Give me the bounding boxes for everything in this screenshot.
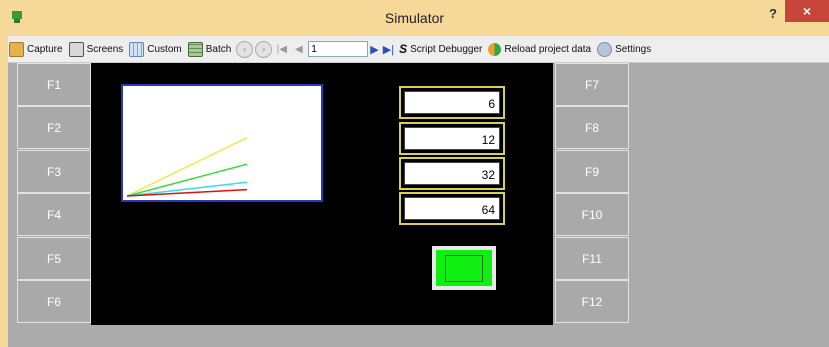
f4-button[interactable]: F4 <box>17 193 91 236</box>
numeric-display-4[interactable]: 64 <box>399 192 505 225</box>
reload-button[interactable]: Reload project data <box>487 42 592 56</box>
f12-button[interactable]: F12 <box>555 280 629 323</box>
screens-label: Screens <box>86 43 124 55</box>
grid-icon <box>129 41 145 57</box>
numeric-display-3[interactable]: 32 <box>399 157 505 190</box>
numeric-display-2[interactable]: 12 <box>399 122 505 155</box>
reload-icon <box>488 42 502 56</box>
gear-icon <box>597 41 613 57</box>
numeric-display-1[interactable]: 6 <box>399 86 505 119</box>
camera-icon <box>9 41 24 57</box>
reload-label: Reload project data <box>504 43 592 55</box>
f7-button[interactable]: F7 <box>555 63 629 106</box>
f6-button[interactable]: F6 <box>17 280 91 323</box>
status-lamp-core <box>445 255 483 282</box>
batch-button[interactable]: Batch <box>187 41 233 57</box>
settings-button[interactable]: Settings <box>596 41 652 57</box>
f8-button[interactable]: F8 <box>555 106 629 149</box>
numeric-display-1-value: 6 <box>404 91 500 114</box>
script-debugger-button[interactable]: S Script Debugger <box>398 42 483 56</box>
toolbar: Capture Screens Custom Batch ‹ › |◀ ◀ ▶ … <box>8 36 829 63</box>
f11-button[interactable]: F11 <box>555 237 629 280</box>
page-number-input[interactable] <box>308 41 369 57</box>
help-button[interactable]: ? <box>763 4 783 24</box>
close-button[interactable]: × <box>785 0 829 22</box>
back-icon[interactable]: ‹ <box>236 40 254 58</box>
trend-line-3 <box>126 181 248 197</box>
title-bar: Simulator ? × <box>0 0 829 36</box>
f1-button[interactable]: F1 <box>17 63 91 106</box>
screens-icon <box>68 41 84 57</box>
trend-graph-canvas <box>126 137 248 197</box>
capture-label: Capture <box>27 43 63 55</box>
trend-line-1 <box>126 137 248 197</box>
f5-button[interactable]: F5 <box>17 237 91 280</box>
capture-button[interactable]: Capture <box>8 41 64 57</box>
previous-page-icon[interactable]: ◀ <box>291 42 306 57</box>
status-lamp-fill <box>436 250 492 286</box>
settings-label: Settings <box>615 43 652 55</box>
batch-icon <box>187 41 203 57</box>
last-page-icon[interactable]: ▶| <box>383 43 394 56</box>
f3-button[interactable]: F3 <box>17 150 91 193</box>
custom-button[interactable]: Custom <box>128 41 182 57</box>
status-lamp[interactable] <box>432 246 496 290</box>
next-page-icon[interactable]: ▶ <box>370 43 378 56</box>
numeric-display-4-value: 64 <box>404 197 500 220</box>
f9-button[interactable]: F9 <box>555 150 629 193</box>
script-icon: S <box>399 42 408 56</box>
forward-icon[interactable]: › <box>255 40 273 58</box>
first-page-icon[interactable]: |◀ <box>274 42 289 57</box>
custom-label: Custom <box>147 43 182 55</box>
batch-label: Batch <box>205 43 232 55</box>
screens-button[interactable]: Screens <box>68 41 125 57</box>
window-title: Simulator <box>384 10 445 26</box>
numeric-display-2-value: 12 <box>404 127 500 150</box>
numeric-display-3-value: 32 <box>404 162 500 185</box>
f2-button[interactable]: F2 <box>17 106 91 149</box>
script-debugger-label: Script Debugger <box>410 43 483 55</box>
trend-graph <box>121 84 323 202</box>
f10-button[interactable]: F10 <box>555 193 629 236</box>
